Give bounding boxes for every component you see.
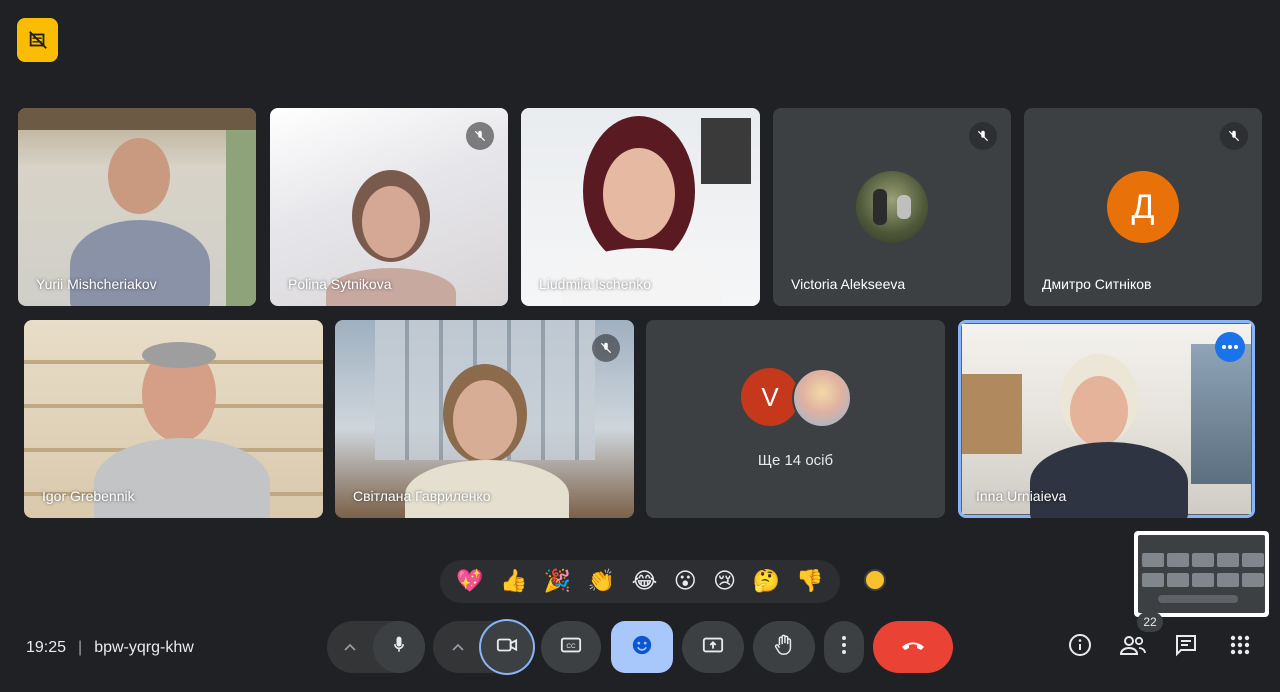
more-vert-icon xyxy=(842,635,846,659)
reaction-thinking[interactable]: 🤔 xyxy=(753,570,780,593)
reaction-thumbs-down[interactable]: 👎 xyxy=(796,570,823,593)
people-icon xyxy=(1119,634,1146,661)
avatar-letter: Д xyxy=(1131,187,1155,226)
reaction-surprised[interactable]: 😮 xyxy=(674,570,697,593)
participant-tile[interactable]: Світлана Гавриленко xyxy=(335,320,634,518)
mic-icon xyxy=(389,635,409,660)
participant-name: Liudmila Ischenko xyxy=(539,276,652,292)
participant-name: Світлана Гавриленко xyxy=(353,488,491,504)
separator: | xyxy=(78,639,83,656)
participant-tile[interactable]: Liudmila Ischenko xyxy=(521,108,760,306)
skin-tone-button[interactable] xyxy=(864,569,886,591)
participant-name: Polina Sytnikova xyxy=(288,276,392,292)
svg-text:CC: CC xyxy=(566,643,576,650)
chevron-up-icon[interactable] xyxy=(435,621,481,673)
mic-off-icon xyxy=(466,122,494,150)
reaction-thumbs-up[interactable]: 👍 xyxy=(500,570,527,593)
info-button[interactable] xyxy=(1064,631,1096,663)
participant-name: Inna Urniaieva xyxy=(976,488,1067,504)
reaction-heart[interactable]: 💖 xyxy=(456,570,483,593)
avatar: V xyxy=(741,368,799,426)
meeting-code: bpw-yqrg-khw xyxy=(94,639,194,656)
participant-tile[interactable]: Victoria Alekseeva xyxy=(773,108,1011,306)
participant-name: Yurii Mishcheriakov xyxy=(36,276,157,292)
participant-tile[interactable]: Yurii Mishcheriakov xyxy=(18,108,256,306)
camera-icon xyxy=(496,636,518,659)
reactions-bar: 💖 👍 🎉 👏 😂 😮 😢 🤔 👎 xyxy=(440,560,840,603)
emoji-icon xyxy=(631,634,653,661)
raise-hand-icon xyxy=(774,634,794,661)
captions-icon: CC xyxy=(560,636,582,659)
info-icon xyxy=(1068,633,1092,662)
raise-hand-button[interactable] xyxy=(753,621,815,673)
apps-icon xyxy=(1230,635,1250,660)
avatar: Д xyxy=(1107,171,1179,243)
participant-tile[interactable]: Inna Urniaieva xyxy=(958,320,1255,518)
avatar-letter: V xyxy=(761,381,779,412)
camera-button[interactable] xyxy=(481,621,533,673)
self-view-preview[interactable] xyxy=(1134,531,1269,617)
call-end-icon xyxy=(900,638,926,656)
captions-button[interactable]: CC xyxy=(541,621,601,673)
participant-name: Victoria Alekseeva xyxy=(791,276,906,292)
leave-call-button[interactable] xyxy=(873,621,953,673)
no-recording-icon[interactable] xyxy=(17,18,58,62)
present-icon xyxy=(702,636,724,659)
meeting-time: 19:25 xyxy=(26,639,67,656)
reaction-party[interactable]: 🎉 xyxy=(544,570,571,593)
participant-name: Igor Grebennik xyxy=(42,488,135,504)
chat-icon xyxy=(1174,633,1198,662)
more-options-button[interactable] xyxy=(824,621,864,673)
participant-tile[interactable]: Polina Sytnikova xyxy=(270,108,508,306)
video-feed xyxy=(962,324,1251,518)
meeting-info: 19:25 | bpw-yqrg-khw xyxy=(26,637,194,659)
mic-off-icon xyxy=(969,122,997,150)
chat-button[interactable] xyxy=(1170,631,1202,663)
mic-control xyxy=(327,621,425,673)
participant-tile[interactable]: Д Дмитро Ситніков xyxy=(1024,108,1262,306)
mic-button[interactable] xyxy=(373,621,425,673)
overflow-label: Ще 14 осіб xyxy=(757,452,834,469)
avatar xyxy=(792,368,852,428)
emoji-button[interactable] xyxy=(611,621,673,673)
reaction-clap[interactable]: 👏 xyxy=(588,570,615,593)
more-options-button[interactable] xyxy=(1215,332,1245,362)
more-participants-tile[interactable]: V Ще 14 осіб xyxy=(646,320,945,518)
mic-off-icon xyxy=(1220,122,1248,150)
people-button[interactable] xyxy=(1117,631,1149,663)
chevron-up-icon[interactable] xyxy=(327,621,373,673)
present-button[interactable] xyxy=(682,621,744,673)
reaction-sad[interactable]: 😢 xyxy=(713,570,736,593)
mic-off-icon xyxy=(592,334,620,362)
participant-count-badge: 22 xyxy=(1137,612,1163,632)
activities-button[interactable] xyxy=(1224,631,1256,663)
participant-tile[interactable]: Igor Grebennik xyxy=(24,320,323,518)
camera-control xyxy=(433,621,535,673)
participant-name: Дмитро Ситніков xyxy=(1042,276,1152,292)
avatar xyxy=(856,171,928,243)
reaction-laugh[interactable]: 😂 xyxy=(632,570,658,593)
